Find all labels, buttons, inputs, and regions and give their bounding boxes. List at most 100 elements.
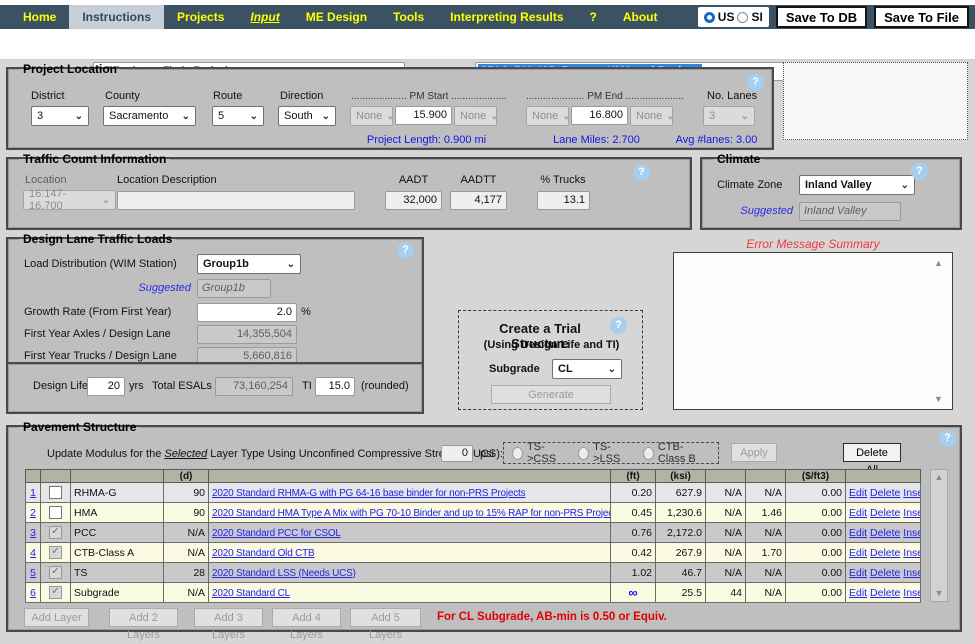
row-number-link[interactable]: 6 [26,583,41,603]
delete-link[interactable]: Delete [870,587,900,599]
row-number-link-text[interactable]: 5 [30,567,36,579]
edit-link[interactable]: Edit [849,547,867,559]
layer-checkbox[interactable]: ✓ [49,546,62,559]
route-select[interactable]: 5⌄ [212,106,264,126]
help-icon[interactable]: ? [610,317,627,334]
ti-input[interactable]: 15.0 [315,377,355,396]
subgrade-select[interactable]: CL⌄ [552,359,622,379]
material-link[interactable]: 2020 Standard CL [212,588,290,599]
si-radio-icon[interactable] [737,12,748,23]
ucs-radio-1[interactable]: TS->CSS [512,441,565,465]
si-label[interactable]: SI [751,10,762,24]
edit-link[interactable]: Edit [849,587,867,599]
help-icon[interactable]: ? [911,163,928,180]
wim-select[interactable]: Group1b⌄ [197,254,301,274]
nav-item-me-design[interactable]: ME Design [293,5,380,29]
layer-d-cell: N/A [164,523,209,543]
row-number-link-text[interactable]: 1 [30,487,36,499]
insert-link[interactable]: Insert [903,567,920,579]
row-number-link[interactable]: 3 [26,523,41,543]
row-number-link[interactable]: 5 [26,563,41,583]
nav-item-help[interactable]: ? [577,5,610,29]
district-select[interactable]: 3⌄ [31,106,89,126]
nav-item-tools[interactable]: Tools [380,5,437,29]
nav-item-input[interactable]: Input [237,5,292,29]
edit-link[interactable]: Edit [849,487,867,499]
row-number-link-text[interactable]: 2 [30,507,36,519]
nav-item-home[interactable]: Home [10,5,69,29]
add-layer-button-2[interactable]: Add 2 Layers [109,608,178,627]
insert-link[interactable]: Insert [903,507,920,519]
delete-link[interactable]: Delete [870,527,900,539]
add-layer-button-1[interactable]: Add Layer [24,608,89,627]
layer-checkbox[interactable] [49,506,62,519]
edit-link[interactable]: Edit [849,527,867,539]
layer-checkbox[interactable]: ✓ [49,526,62,539]
direction-select[interactable]: South⌄ [278,106,336,126]
insert-link[interactable]: Insert [903,587,920,599]
climate-zone-select[interactable]: Inland Valley⌄ [799,175,915,195]
nav-item-interpreting-results[interactable]: Interpreting Results [437,5,576,29]
pm-start-input[interactable]: 15.900 [395,106,452,125]
nav-item-instructions[interactable]: Instructions [69,5,164,29]
save-to-file-button[interactable]: Save To File [874,6,969,28]
help-icon[interactable]: ? [397,242,414,259]
us-radio-icon[interactable] [704,12,715,23]
scroll-up-icon[interactable]: ▲ [935,473,944,482]
ucs-radio-3[interactable]: CTB-Class B [643,441,710,465]
nav-item-about[interactable]: About [610,5,671,29]
location-description-input[interactable] [117,191,355,210]
row-number-link[interactable]: 4 [26,543,41,563]
nav-item-projects[interactable]: Projects [164,5,237,29]
table-scrollbar[interactable]: ▲ ▼ [930,469,948,602]
edit-link[interactable]: Edit [849,567,867,579]
row-number-link-text[interactable]: 3 [30,527,36,539]
edit-link[interactable]: Edit [849,507,867,519]
growth-rate-input[interactable]: 2.0 [197,303,297,322]
pm-end-input[interactable]: 16.800 [571,106,628,125]
save-to-db-button[interactable]: Save To DB [776,6,867,28]
delete-link[interactable]: Delete [870,567,900,579]
material-link[interactable]: 2020 Standard RHMA-G with PG 64-16 base … [212,488,525,499]
layer-checkbox[interactable]: ✓ [49,586,62,599]
delete-link[interactable]: Delete [870,547,900,559]
row-number-link-text[interactable]: 6 [30,587,36,599]
scroll-down-icon[interactable]: ▼ [934,395,943,404]
help-icon[interactable]: ? [747,74,764,91]
thickness-cell: ∞ [611,583,656,603]
material-link[interactable]: 2020 Standard Old CTB [212,548,315,559]
add-layer-button-5[interactable]: Add 5 Layers [350,608,421,627]
pm-end-label: ..................... PM End ...........… [520,91,690,102]
col-unit-ksi: (ksi) [656,470,706,483]
ucs-input[interactable]: 0 [441,445,473,462]
delete-all-button[interactable]: Delete All [843,443,901,462]
delete-link[interactable]: Delete [870,487,900,499]
add-layer-button-3[interactable]: Add 3 Layers [194,608,263,627]
material-link[interactable]: 2020 Standard LSS (Needs UCS) [212,568,356,579]
us-label[interactable]: US [718,10,735,24]
ucs-radio-2[interactable]: TS->LSS [578,441,630,465]
scroll-down-icon[interactable]: ▼ [935,589,944,598]
design-loads-section: Design Lane Traffic Loads Load Distribut… [8,232,422,364]
chevron-down-icon: ⌄ [608,364,616,375]
material-link[interactable]: 2020 Standard HMA Type A Mix with PG 70-… [212,508,611,519]
row-number-link[interactable]: 1 [26,483,41,503]
add-layer-button-4[interactable]: Add 4 Layers [272,608,341,627]
scroll-up-icon[interactable]: ▲ [934,259,943,268]
county-select[interactable]: Sacramento⌄ [103,106,196,126]
material-link[interactable]: 2020 Standard PCC for CSOL [212,528,341,539]
generate-button[interactable]: Generate [491,385,611,404]
design-life-input[interactable]: 20 [87,377,125,396]
layer-checkbox[interactable] [49,486,62,499]
apply-button[interactable]: Apply [731,443,777,462]
insert-link[interactable]: Insert [903,547,920,559]
layer-checkbox[interactable]: ✓ [49,566,62,579]
row-number-link-text[interactable]: 4 [30,547,36,559]
insert-link[interactable]: Insert [903,527,920,539]
delete-link[interactable]: Delete [870,507,900,519]
ti-label: TI [302,380,312,392]
row-number-link[interactable]: 2 [26,503,41,523]
help-icon[interactable]: ? [939,430,956,447]
insert-link[interactable]: Insert [903,487,920,499]
help-icon[interactable]: ? [633,164,650,181]
